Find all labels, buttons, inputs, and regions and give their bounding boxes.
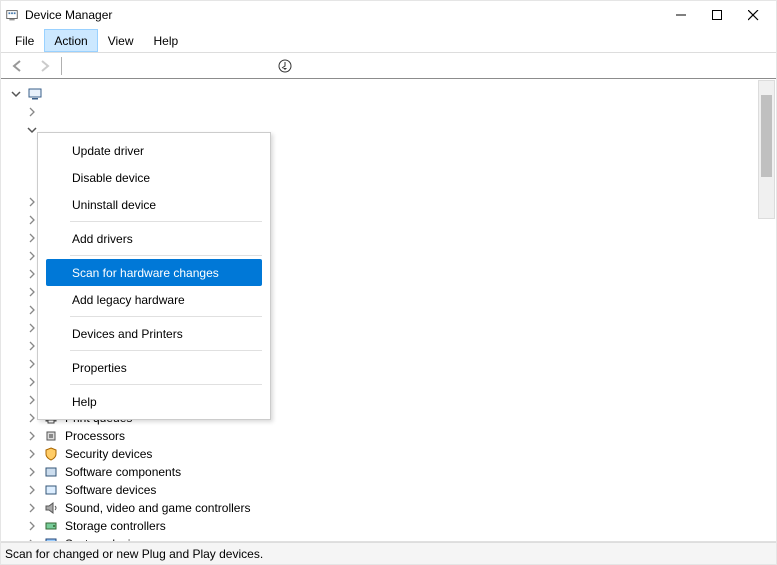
- maximize-button[interactable]: [710, 8, 724, 22]
- device-manager-window: Device Manager File Action View Help: [0, 0, 777, 565]
- vertical-scrollbar[interactable]: [758, 80, 775, 219]
- back-icon[interactable]: [7, 55, 29, 77]
- tree-label: System devices: [65, 537, 149, 541]
- action-menu-dropdown: Update driver Disable device Uninstall d…: [37, 132, 271, 420]
- menu-separator: [70, 350, 262, 351]
- software-icon: [43, 482, 59, 498]
- main-content: Monitors Network adapters ? Other device…: [1, 79, 776, 541]
- speaker-icon: [43, 500, 59, 516]
- app-icon: [5, 8, 19, 22]
- menu-update-driver[interactable]: Update driver: [38, 137, 270, 164]
- menubar: File Action View Help: [1, 29, 776, 53]
- window-controls: [674, 8, 772, 22]
- chevron-right-icon[interactable]: [25, 483, 39, 497]
- menu-properties[interactable]: Properties: [38, 354, 270, 381]
- tree-node-processors[interactable]: Processors: [1, 427, 776, 445]
- menu-separator: [70, 316, 262, 317]
- system-icon: [43, 536, 59, 541]
- tree-node-sound[interactable]: Sound, video and game controllers: [1, 499, 776, 517]
- tree-label: Processors: [65, 429, 125, 443]
- tree-node-security[interactable]: Security devices: [1, 445, 776, 463]
- menu-disable-device[interactable]: Disable device: [38, 164, 270, 191]
- titlebar: Device Manager: [1, 1, 776, 29]
- tree-node-hidden-1[interactable]: [1, 103, 776, 121]
- status-text: Scan for changed or new Plug and Play de…: [5, 547, 263, 561]
- tree-node-system[interactable]: System devices: [1, 535, 776, 541]
- menu-separator: [70, 384, 262, 385]
- scrollbar-thumb[interactable]: [761, 95, 772, 177]
- menu-separator: [70, 255, 262, 256]
- menu-help-item[interactable]: Help: [38, 388, 270, 415]
- tree-root[interactable]: [1, 85, 776, 103]
- cpu-icon: [43, 428, 59, 444]
- menu-add-legacy[interactable]: Add legacy hardware: [38, 286, 270, 313]
- toolbar: [1, 53, 776, 79]
- minimize-button[interactable]: [674, 8, 688, 22]
- chevron-right-icon[interactable]: [25, 537, 39, 541]
- tree-label: Storage controllers: [65, 519, 166, 533]
- menu-view[interactable]: View: [98, 29, 144, 52]
- menu-uninstall-device[interactable]: Uninstall device: [38, 191, 270, 218]
- menu-help[interactable]: Help: [144, 29, 189, 52]
- chevron-down-icon[interactable]: [9, 87, 23, 101]
- close-button[interactable]: [746, 8, 760, 22]
- menu-file[interactable]: File: [5, 29, 44, 52]
- toolbar-separator: [61, 57, 62, 75]
- menu-add-drivers[interactable]: Add drivers: [38, 225, 270, 252]
- chevron-right-icon[interactable]: [25, 519, 39, 533]
- chevron-right-icon[interactable]: [25, 429, 39, 443]
- status-bar: Scan for changed or new Plug and Play de…: [1, 542, 776, 564]
- tree-node-swcomponents[interactable]: Software components: [1, 463, 776, 481]
- storage-icon: [43, 518, 59, 534]
- menu-scan-hardware[interactable]: Scan for hardware changes: [46, 259, 262, 286]
- chevron-right-icon[interactable]: [25, 465, 39, 479]
- chevron-right-icon[interactable]: [25, 501, 39, 515]
- scan-hardware-icon[interactable]: [274, 55, 296, 77]
- chevron-right-icon[interactable]: [25, 105, 39, 119]
- tree-label: Software devices: [65, 483, 156, 497]
- component-icon: [43, 464, 59, 480]
- computer-icon: [27, 86, 43, 102]
- menu-devices-printers[interactable]: Devices and Printers: [38, 320, 270, 347]
- shield-icon: [43, 446, 59, 462]
- tree-label: Security devices: [65, 447, 152, 461]
- window-title: Device Manager: [25, 8, 112, 22]
- menu-separator: [70, 221, 262, 222]
- tree-label: Sound, video and game controllers: [65, 501, 250, 515]
- tree-node-swdevices[interactable]: Software devices: [1, 481, 776, 499]
- chevron-right-icon[interactable]: [25, 447, 39, 461]
- tree-label: Software components: [65, 465, 181, 479]
- menu-action[interactable]: Action: [44, 29, 97, 52]
- tree-node-storage[interactable]: Storage controllers: [1, 517, 776, 535]
- forward-icon[interactable]: [33, 55, 55, 77]
